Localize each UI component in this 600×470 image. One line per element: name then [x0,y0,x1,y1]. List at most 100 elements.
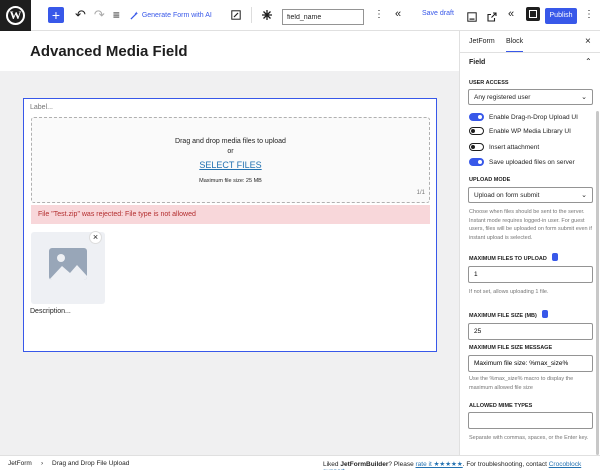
options-menu-icon[interactable]: ⋮ [584,9,594,20]
undo-button[interactable]: ↶ [75,0,86,31]
plus-icon: + [48,7,64,23]
jetform-collapse-icon[interactable]: « [508,8,514,20]
save-draft-button[interactable]: Save draft [422,10,454,17]
generate-form-ai-label: Generate Form with AI [141,11,212,19]
max-files-help: If not set, allows uploading 1 file. [469,289,549,295]
field-name-input[interactable] [282,9,364,25]
upload-dropzone[interactable]: Drag and drop media files to upload or S… [31,117,430,203]
select-files-link[interactable]: SELECT FILES [32,160,429,170]
toggle-switch[interactable] [469,158,484,166]
asterisk-icon [261,10,272,20]
tab-jetform[interactable]: JetForm [469,38,495,45]
max-size-label-row: MAXIMUM FILE SIZE (MB) [469,310,548,319]
rate-middle: ? Please [388,461,414,468]
breadcrumb-current[interactable]: Drag and Drop File Upload [52,460,129,467]
uploaded-file-thumbnail: × [31,231,105,304]
list-view-icon: ≡ [112,8,120,22]
view-post-button[interactable] [487,9,497,27]
media-field-block[interactable]: Label... Drag and drop media files to up… [23,98,437,352]
database-icon[interactable] [541,310,548,318]
mime-types-input[interactable] [468,412,593,429]
collapse-icon[interactable]: « [395,8,401,20]
page-title[interactable]: Advanced Media Field [30,43,188,60]
publish-button[interactable]: Publish [545,8,577,24]
breadcrumb-root[interactable]: JetForm [8,460,32,467]
chevron-down-icon: ⌄ [581,192,587,199]
sidebar-scrollbar[interactable] [596,111,599,455]
image-placeholder-icon [49,248,87,280]
list-view-button[interactable]: ≡ [113,0,120,31]
device-preview-icon [467,12,477,22]
rate-notice: Liked JetFormBuilder? Please rate it ★★★… [323,460,600,470]
toggle-label: Save uploaded files on server [489,158,575,166]
chevron-up-icon[interactable]: ⌃ [585,57,592,66]
settings-toggle-button[interactable] [526,7,540,21]
max-files-input[interactable] [468,266,593,283]
rate-prefix: Liked [323,461,339,468]
toggle-save-files[interactable]: Save uploaded files on server [469,158,575,166]
user-access-value: Any registered user [474,94,531,101]
sidebar-panel-icon [529,10,537,18]
pencil-square-icon [231,10,241,20]
max-size-input[interactable] [468,323,593,340]
toggle-label: Enable Drag-n-Drop Upload UI [489,113,578,121]
max-size-message-input[interactable] [468,355,593,372]
rate-link[interactable]: rate it ★★★★★ [416,461,463,468]
field-label[interactable]: Label... [30,104,53,111]
toggle-label: Enable WP Media Library UI [489,127,571,135]
close-sidebar-icon[interactable]: × [585,36,591,47]
chevron-down-icon: ⌄ [581,94,587,101]
redo-button[interactable]: ↷ [94,0,105,31]
upload-mode-value: Upload on form submit [474,192,540,199]
landscape-icon [49,254,87,280]
field-description[interactable]: Description... [30,308,71,315]
mime-types-help: Separate with commas, spaces, or the Ent… [469,435,589,441]
tab-block[interactable]: Block [506,38,524,52]
max-size-message-label: MAXIMUM FILE SIZE MESSAGE [469,345,553,351]
settings-sidebar: JetForm Block × Field ⌃ USER ACCESS Any … [459,31,600,455]
magic-wand-icon [130,10,138,20]
database-icon[interactable] [551,253,558,261]
toggle-media-library[interactable]: Enable WP Media Library UI [469,127,571,135]
user-access-label: USER ACCESS [469,80,509,86]
rate-support-prefix: . For troubleshooting, contact [462,461,547,468]
file-count: 1/1 [416,190,425,196]
edit-pencil-button[interactable] [231,0,241,31]
max-size-message-help: Use the %max_size% macro to display the … [469,376,574,391]
preview-button[interactable] [467,9,477,27]
undo-icon: ↶ [75,7,86,22]
block-type-button[interactable] [261,0,272,31]
max-files-label-row: MAXIMUM FILES TO UPLOAD [469,253,558,262]
rate-brand: JetFormBuilder [340,461,389,468]
toolbar-divider [250,7,252,23]
mime-types-label: ALLOWED MIME TYPES [469,403,533,409]
upload-mode-help: Choose when files should be sent to the … [469,209,592,241]
field-panel-title[interactable]: Field [469,59,485,66]
toggle-switch[interactable] [469,143,484,151]
more-options-icon[interactable]: ⋮ [374,9,384,20]
upload-error-message: File "Test.zip" was rejected: File type … [31,205,430,224]
wordpress-logo[interactable]: W [0,0,31,31]
add-block-button[interactable]: + [39,0,64,31]
toggle-switch[interactable] [469,127,484,135]
external-link-icon [487,12,497,22]
sidebar-tabs: JetForm Block × [460,31,600,53]
wordpress-icon: W [6,5,25,25]
toggle-label: Insert attachment [489,143,540,151]
upload-mode-label: UPLOAD MODE [469,177,511,183]
upload-mode-select[interactable]: Upload on form submit ⌄ [468,187,593,203]
remove-file-button[interactable]: × [89,231,102,244]
toggle-drag-drop[interactable]: Enable Drag-n-Drop Upload UI [469,113,578,121]
toggle-insert-attachment[interactable]: Insert attachment [469,143,539,151]
editor-canvas: Advanced Media Field Label... Drag and d… [0,31,459,455]
max-size-text: Maximum file size: 25 MB [199,178,262,184]
generate-form-ai-button[interactable]: Generate Form with AI [130,0,212,31]
max-size-label: MAXIMUM FILE SIZE (MB) [469,313,537,319]
dropzone-text: Drag and drop media files to upload [175,138,286,145]
max-files-label: MAXIMUM FILES TO UPLOAD [469,256,547,262]
dropzone-or: or [227,148,234,155]
breadcrumb-separator: › [41,460,44,467]
user-access-select[interactable]: Any registered user ⌄ [468,89,593,105]
toggle-switch[interactable] [469,113,484,121]
title-area: Advanced Media Field [0,31,459,71]
